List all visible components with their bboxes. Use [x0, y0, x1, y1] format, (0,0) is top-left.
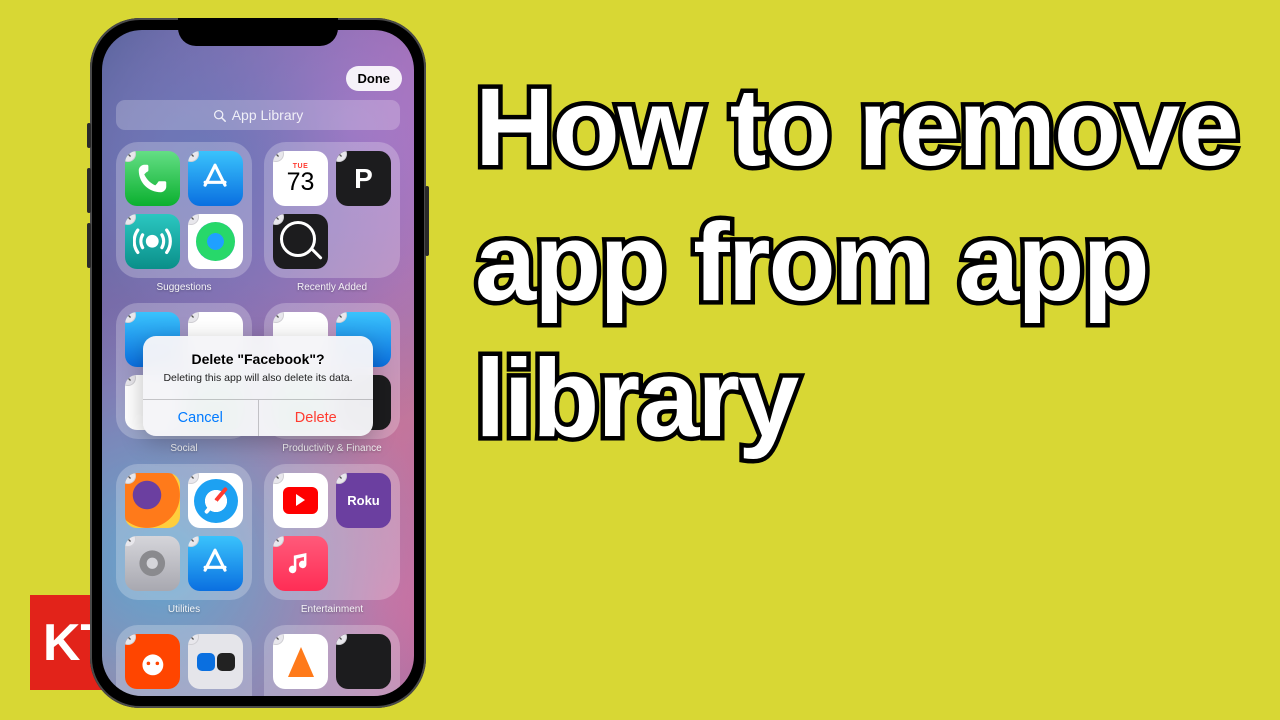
delete-confirmation-dialog: Delete "Facebook"? Deleting this app wil…: [143, 336, 373, 436]
cancel-button[interactable]: Cancel: [143, 400, 259, 436]
phone-screen: Done App Library × × ×: [102, 30, 414, 696]
category-label: Productivity & Finance: [264, 443, 400, 458]
delete-badge-icon[interactable]: ×: [125, 151, 136, 162]
magnifier-app-icon[interactable]: ×: [273, 214, 328, 269]
category-label: Utilities: [116, 604, 252, 619]
category-label: Social: [116, 443, 252, 458]
delete-badge-icon[interactable]: ×: [273, 214, 284, 225]
delete-badge-icon[interactable]: ×: [273, 151, 284, 162]
done-button[interactable]: Done: [346, 66, 403, 91]
reddit-app-icon[interactable]: ×: [125, 634, 180, 689]
airport-utility-icon[interactable]: ×: [125, 214, 180, 269]
search-placeholder: App Library: [232, 107, 304, 123]
app-icon[interactable]: ×: [336, 634, 391, 689]
calendar-app-icon[interactable]: × TUE 73: [273, 151, 328, 206]
volume-down-button: [87, 223, 91, 268]
parking-app-icon[interactable]: ×P: [336, 151, 391, 206]
app-library-search[interactable]: App Library: [116, 100, 400, 130]
phone-app-icon[interactable]: ×: [125, 151, 180, 206]
volume-up-button: [87, 168, 91, 213]
category-recently-added[interactable]: × TUE 73 ×P × Recently Added: [264, 142, 400, 297]
category-label: Recently Added: [264, 282, 400, 297]
category-entertainment[interactable]: × ×Roku × Entertainment: [264, 464, 400, 619]
roku-app-icon[interactable]: ×Roku: [336, 473, 391, 528]
music-app-icon[interactable]: ×: [273, 536, 328, 591]
vlc-app-icon[interactable]: ×: [273, 634, 328, 689]
app-store-icon[interactable]: ×: [188, 151, 243, 206]
dialog-title: Delete "Facebook"?: [161, 351, 355, 367]
youtube-app-icon[interactable]: ×: [273, 473, 328, 528]
headline-span: How to remove app from app library: [475, 60, 1265, 466]
category-utilities[interactable]: × × × × Utilities: [116, 464, 252, 619]
delete-badge-icon[interactable]: ×: [188, 151, 199, 162]
dialog-message: Deleting this app will also delete its d…: [161, 371, 355, 385]
small-apps-cluster[interactable]: [336, 214, 391, 269]
category-partial-right[interactable]: × ×: [264, 625, 400, 696]
iphone-frame: Done App Library × × ×: [90, 18, 426, 708]
category-suggestions[interactable]: × × × × Suggestion: [116, 142, 252, 297]
search-icon: [213, 109, 226, 122]
safari-app-icon[interactable]: ×: [188, 473, 243, 528]
app-store-icon[interactable]: ×: [188, 536, 243, 591]
category-partial-left[interactable]: × ×: [116, 625, 252, 696]
find-my-icon[interactable]: ×: [188, 214, 243, 269]
firefox-app-icon[interactable]: ×: [125, 473, 180, 528]
delete-badge-icon[interactable]: ×: [336, 151, 347, 162]
mute-switch: [87, 123, 91, 148]
delete-badge-icon[interactable]: ×: [188, 214, 199, 225]
notch: [178, 18, 338, 46]
power-button: [425, 186, 429, 256]
delete-button[interactable]: Delete: [259, 400, 374, 436]
settings-app-icon[interactable]: ×: [125, 536, 180, 591]
translate-app-icon[interactable]: ×: [188, 634, 243, 689]
category-label: Suggestions: [116, 282, 252, 297]
category-label: Entertainment: [264, 604, 400, 619]
headline-text: How to remove app from app library: [475, 60, 1265, 466]
small-media-cluster[interactable]: [336, 536, 391, 591]
